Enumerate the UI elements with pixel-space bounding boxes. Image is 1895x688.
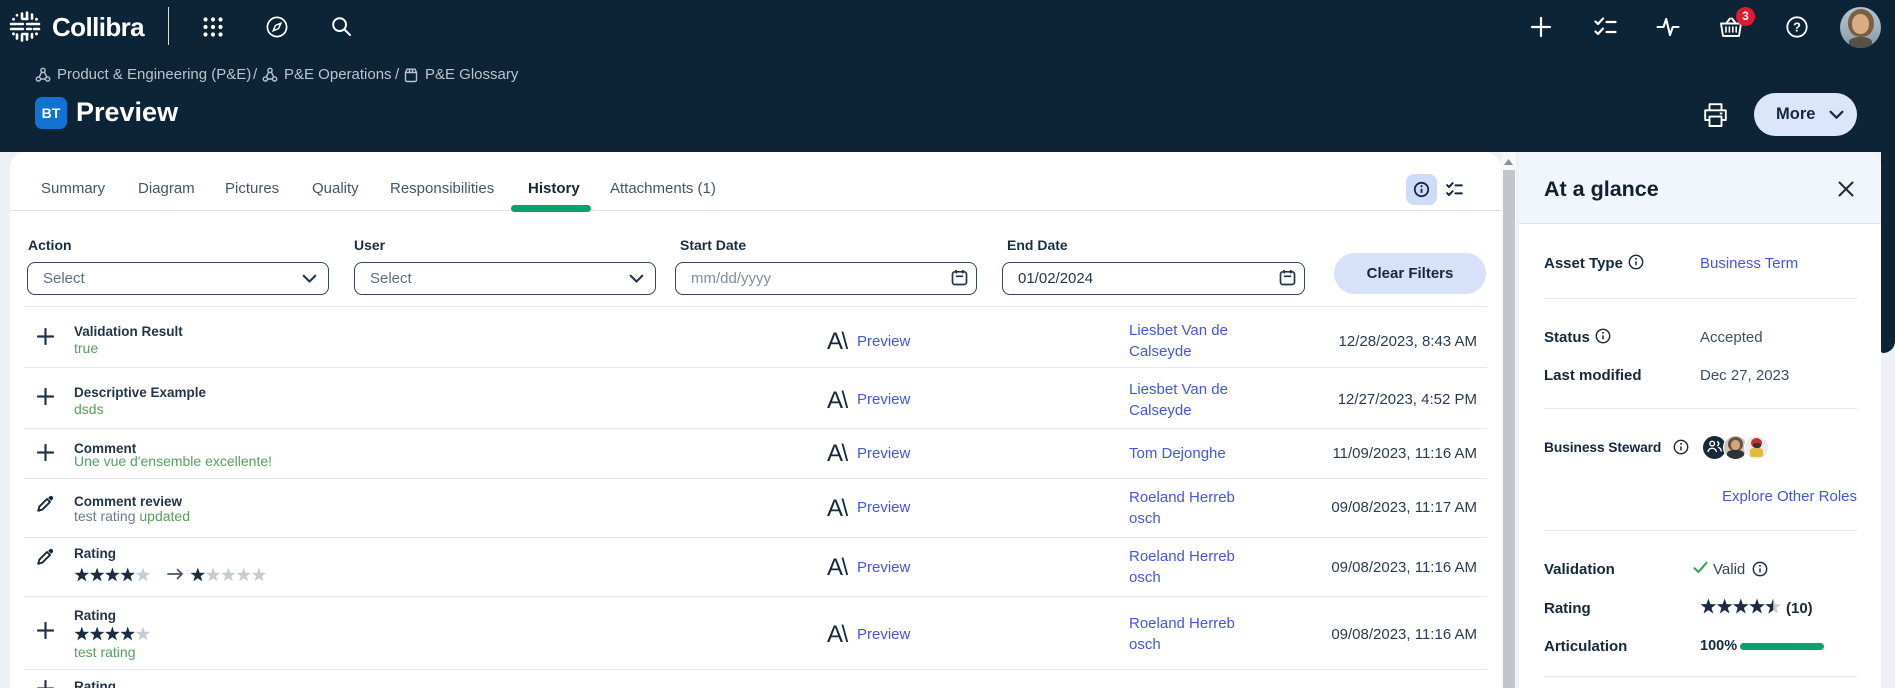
svg-text:?: ?: [1793, 20, 1801, 35]
